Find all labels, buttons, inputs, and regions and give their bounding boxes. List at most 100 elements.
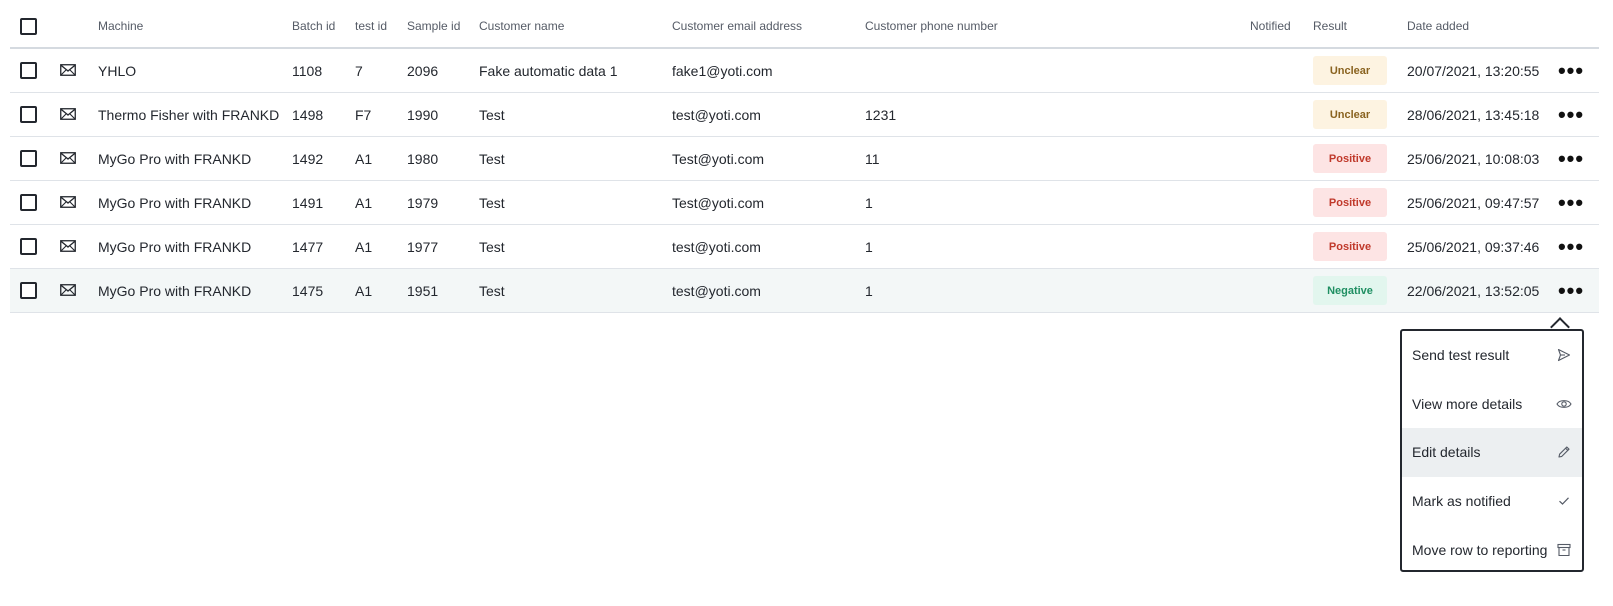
cell-test-id: 7 (355, 62, 363, 79)
row-checkbox[interactable] (20, 150, 37, 167)
mail-icon[interactable] (60, 239, 76, 255)
header-notified[interactable]: Notified (1250, 5, 1291, 47)
cell-result: Unclear (1313, 93, 1387, 136)
cell-date-added: 25/06/2021, 10:08:03 (1407, 150, 1540, 167)
cell-customer-name: Test (479, 150, 505, 167)
table-row[interactable]: Thermo Fisher with FRANKD 1498 F7 1990 T… (10, 93, 1599, 137)
cell-batch-id: 1477 (292, 238, 324, 255)
more-dots-icon: ••• (1557, 101, 1585, 127)
header-customer-phone[interactable]: Customer phone number (865, 5, 998, 47)
cell-date-added: 28/06/2021, 13:45:18 (1407, 106, 1540, 123)
cell-machine: Thermo Fisher with FRANKD (98, 106, 280, 123)
result-badge: Unclear (1313, 56, 1387, 85)
cell-test-id: A1 (355, 282, 373, 299)
mail-icon[interactable] (60, 63, 76, 79)
row-mail-cell (60, 181, 80, 224)
cell-customer-name: Test (479, 282, 505, 299)
menu-item-label: Send test result (1412, 347, 1510, 364)
row-mail-cell (60, 225, 80, 268)
menu-item[interactable]: Mark as notified (1402, 477, 1582, 526)
row-checkbox[interactable] (20, 238, 37, 255)
row-mail-cell (60, 137, 80, 180)
cell-customer-email: test@yoti.com (672, 238, 761, 255)
menu-item[interactable]: View more details (1402, 380, 1582, 429)
cell-customer-email: Test@yoti.com (672, 150, 765, 167)
header-batch-id[interactable]: Batch id (292, 5, 335, 47)
row-actions-button[interactable]: ••• (1558, 269, 1584, 312)
table-row[interactable]: MyGo Pro with FRANKD 1477 A1 1977 Test t… (10, 225, 1599, 269)
header-test-id[interactable]: test id (355, 5, 387, 47)
row-mail-cell (60, 269, 80, 312)
cell-sample-id: 1980 (407, 150, 439, 167)
header-date-added[interactable]: Date added (1407, 5, 1469, 47)
cell-sample-id: 2096 (407, 62, 439, 79)
cell-customer-name: Test (479, 194, 505, 211)
cell-machine: MyGo Pro with FRANKD (98, 194, 252, 211)
mail-icon[interactable] (60, 151, 76, 167)
pencil-icon (1556, 444, 1572, 460)
cell-result: Negative (1313, 269, 1387, 312)
row-actions-button[interactable]: ••• (1558, 137, 1584, 180)
row-checkbox[interactable] (20, 106, 37, 123)
cell-date-added: 20/07/2021, 13:20:55 (1407, 62, 1540, 79)
cell-machine: MyGo Pro with FRANKD (98, 282, 252, 299)
header-sample-id[interactable]: Sample id (407, 5, 460, 47)
menu-item-label: Edit details (1412, 444, 1481, 461)
select-all-checkbox[interactable] (20, 17, 37, 35)
row-checkbox[interactable] (20, 282, 37, 299)
more-dots-icon: ••• (1557, 233, 1585, 259)
menu-item-label: View more details (1412, 395, 1523, 412)
cell-sample-id: 1977 (407, 238, 439, 255)
eye-icon (1556, 396, 1572, 412)
row-actions-button[interactable]: ••• (1558, 93, 1584, 136)
row-checkbox-cell (20, 93, 42, 136)
more-dots-icon: ••• (1557, 145, 1585, 171)
mail-icon[interactable] (60, 107, 76, 123)
row-checkbox-cell (20, 137, 42, 180)
cell-batch-id: 1491 (292, 194, 324, 211)
mail-icon[interactable] (60, 283, 76, 299)
cell-customer-email: test@yoti.com (672, 282, 761, 299)
checkmark-icon (1556, 493, 1572, 509)
row-mail-cell (60, 49, 80, 92)
result-badge: Positive (1313, 144, 1387, 173)
row-checkbox[interactable] (20, 62, 37, 79)
header-machine[interactable]: Machine (98, 5, 143, 47)
row-actions-button[interactable]: ••• (1558, 181, 1584, 224)
row-checkbox-cell (20, 225, 42, 268)
cell-sample-id: 1951 (407, 282, 439, 299)
cell-test-id: A1 (355, 194, 373, 211)
row-actions-button[interactable]: ••• (1558, 225, 1584, 268)
cell-customer-name: Test (479, 106, 505, 123)
mail-icon[interactable] (60, 195, 76, 211)
cell-customer-phone: 1231 (865, 106, 897, 123)
cell-customer-phone: 1 (865, 282, 873, 299)
row-context-menu: Send test result View more details Edit … (1400, 329, 1584, 572)
row-checkbox[interactable] (20, 194, 37, 211)
more-dots-icon: ••• (1557, 189, 1585, 215)
menu-item[interactable]: Send test result (1402, 331, 1582, 380)
table-row[interactable]: YHLO 1108 7 2096 Fake automatic data 1 f… (10, 49, 1599, 93)
header-result[interactable]: Result (1313, 5, 1347, 47)
table-row[interactable]: MyGo Pro with FRANKD 1475 A1 1951 Test t… (10, 269, 1599, 313)
table-header-row: Machine Batch id test id Sample id Custo… (10, 5, 1599, 49)
cell-sample-id: 1990 (407, 106, 439, 123)
table-row[interactable]: MyGo Pro with FRANKD 1491 A1 1979 Test T… (10, 181, 1599, 225)
row-checkbox-cell (20, 49, 42, 92)
header-customer-email[interactable]: Customer email address (672, 5, 802, 47)
result-badge: Unclear (1313, 100, 1387, 129)
cell-result: Unclear (1313, 49, 1387, 92)
result-badge: Positive (1313, 232, 1387, 261)
row-actions-button[interactable]: ••• (1558, 49, 1584, 92)
more-dots-icon: ••• (1557, 57, 1585, 83)
cell-date-added: 22/06/2021, 13:52:05 (1407, 282, 1540, 299)
header-customer-name[interactable]: Customer name (479, 5, 564, 47)
row-checkbox-cell (20, 269, 42, 312)
menu-item[interactable]: Move row to reporting (1402, 525, 1582, 574)
table-row[interactable]: MyGo Pro with FRANKD 1492 A1 1980 Test T… (10, 137, 1599, 181)
send-icon (1556, 347, 1572, 363)
menu-item-label: Move row to reporting (1412, 541, 1548, 558)
menu-item[interactable]: Edit details (1402, 428, 1582, 477)
cell-customer-phone: 11 (865, 150, 880, 167)
cell-customer-name: Test (479, 238, 505, 255)
